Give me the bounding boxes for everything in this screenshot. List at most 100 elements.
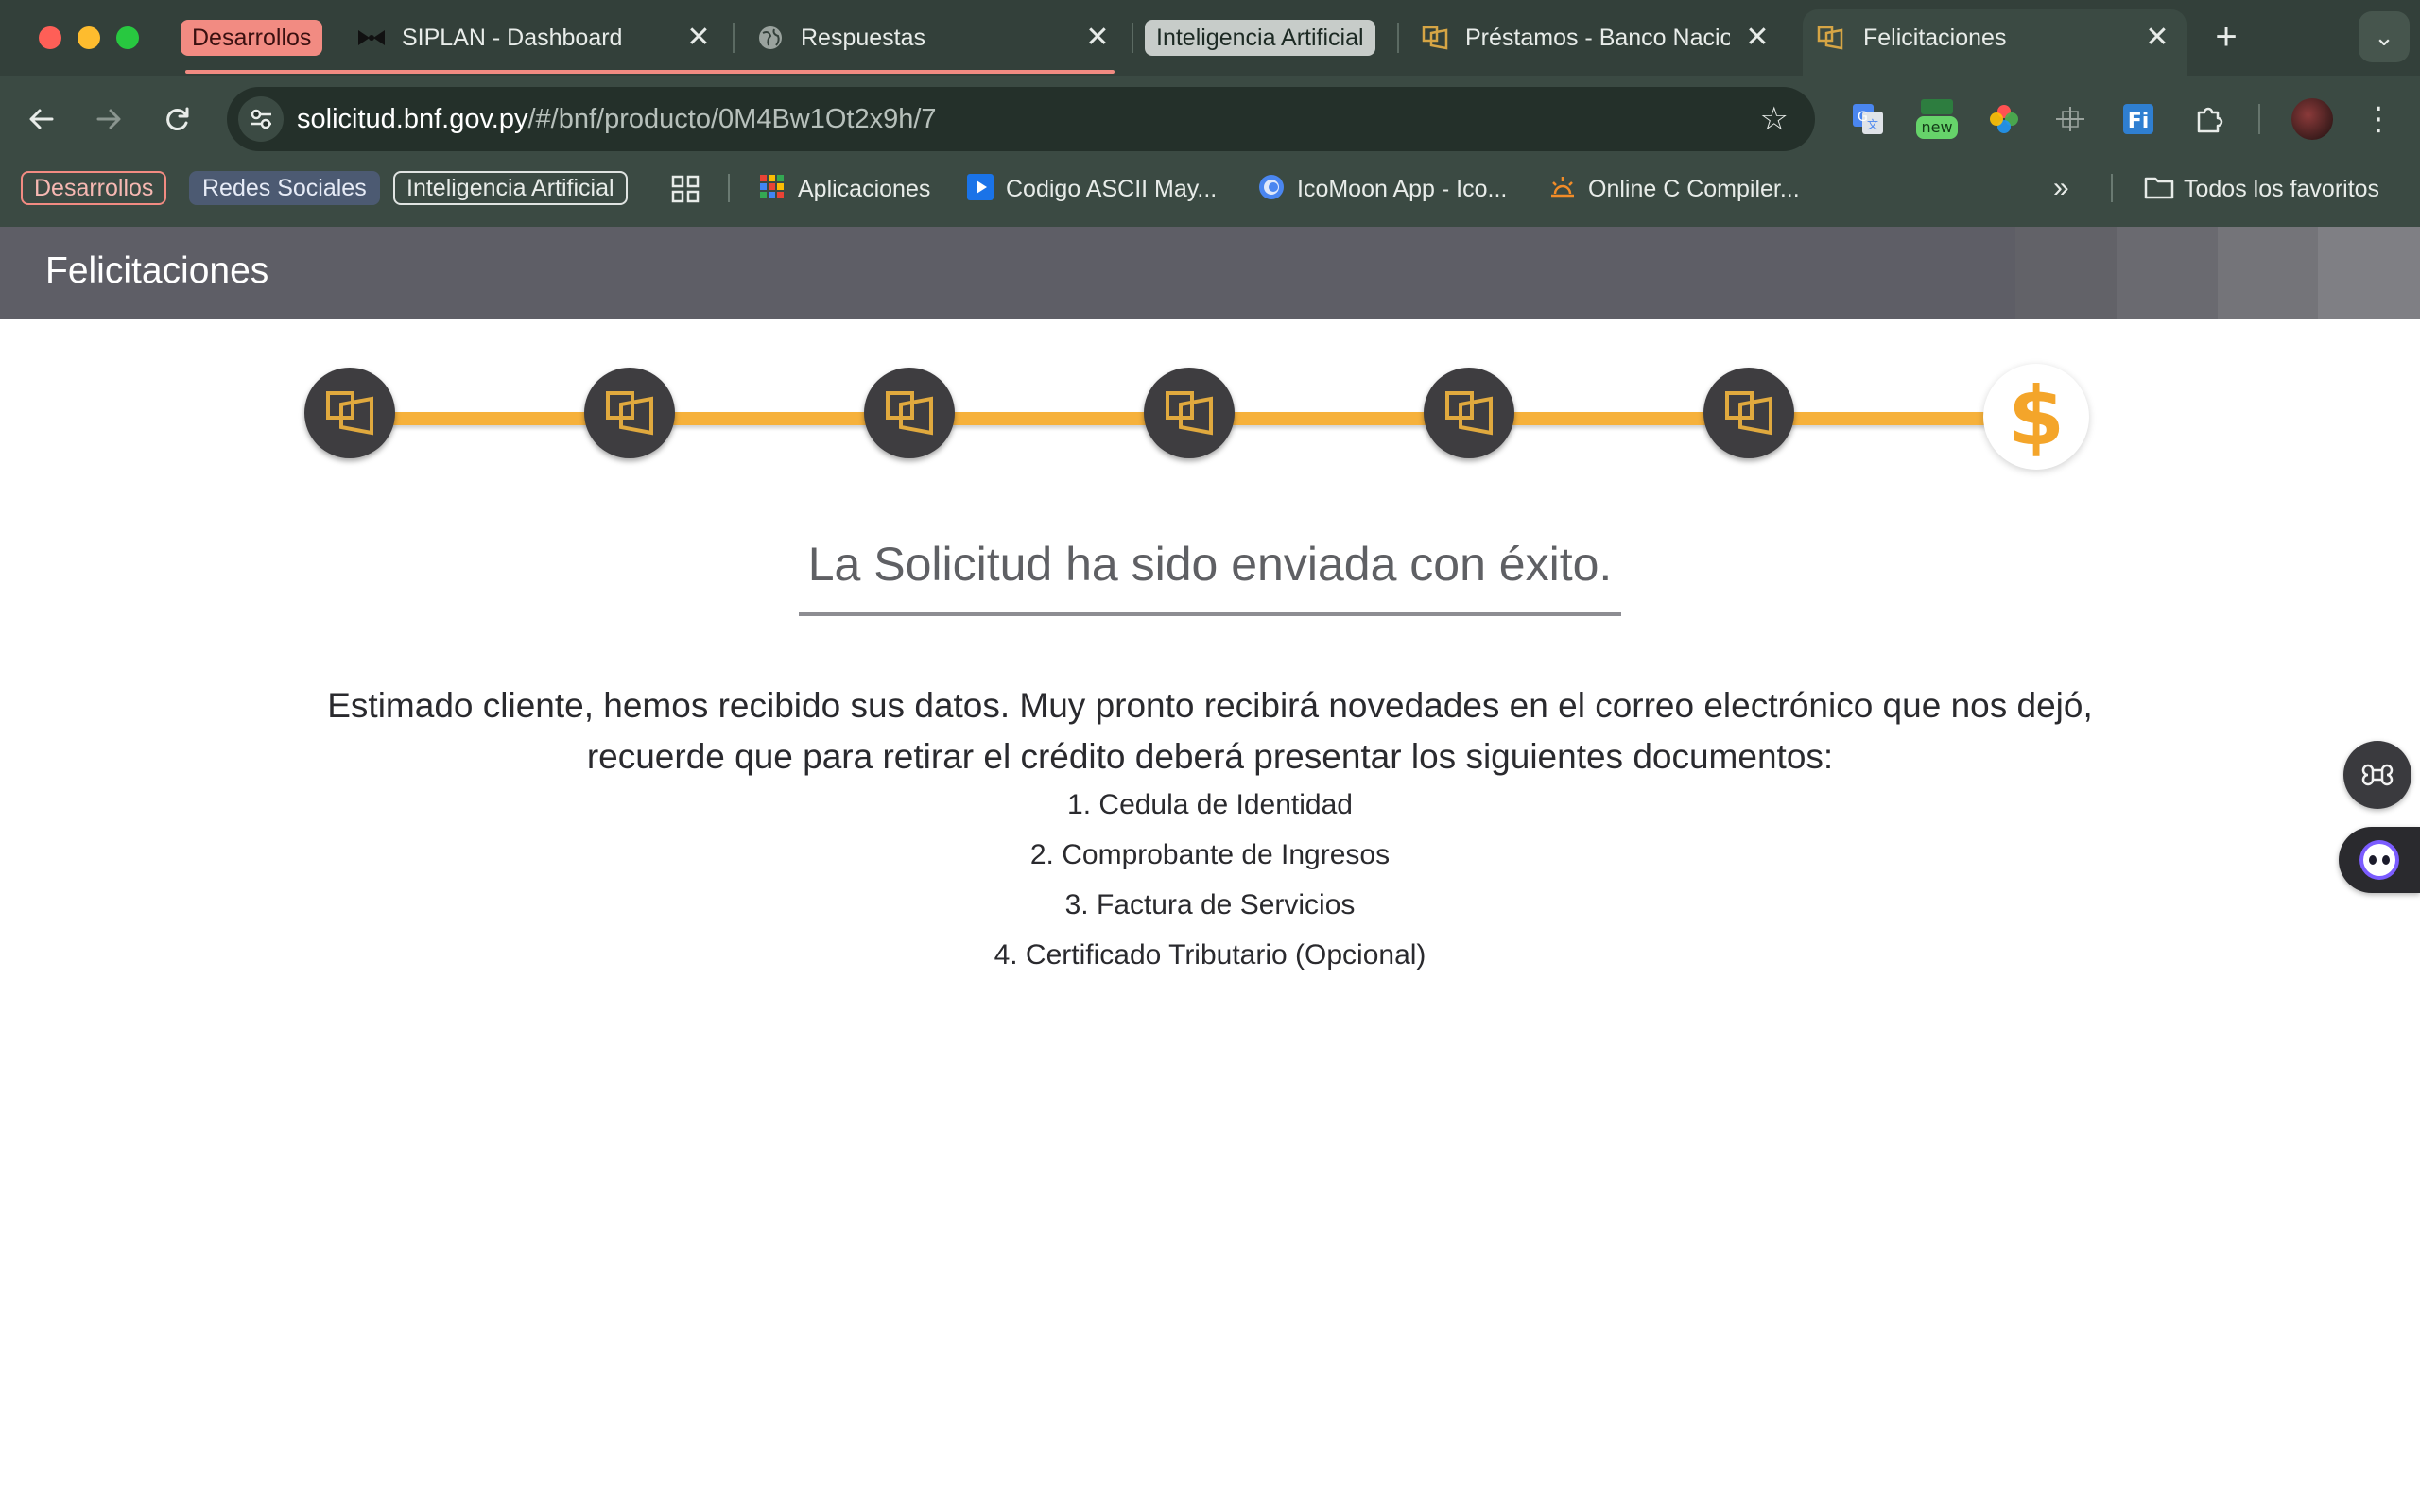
- tab-prestamos[interactable]: Préstamos - Banco Nacional de Fomento ✕: [1421, 9, 1773, 76]
- sun-icon: [1548, 173, 1577, 201]
- header-decoration: [2218, 227, 2318, 319]
- play-icon: [966, 173, 994, 201]
- menu-kebab-icon[interactable]: ⋮: [2358, 98, 2399, 140]
- close-icon[interactable]: ✕: [1081, 22, 1114, 54]
- tab-felicitaciones[interactable]: Felicitaciones ✕: [1803, 9, 2187, 76]
- bookmark-online-c-compiler[interactable]: Online C Compiler...: [1548, 171, 1800, 205]
- bookmark-label: Todos los favoritos: [2184, 176, 2380, 203]
- reload-icon: [166, 107, 189, 130]
- ruler-extension-icon[interactable]: [2049, 98, 2091, 140]
- extension-new-icon[interactable]: new: [1913, 98, 1961, 140]
- url-path: /#/bnf/producto/0M4Bw1Ot2x9h/7: [527, 104, 937, 134]
- arrow-right-icon: [96, 109, 121, 129]
- extensions-puzzle-icon[interactable]: [2188, 98, 2230, 140]
- browser-chrome: Desarrollos SIPLAN - Dashboard ✕ Respues…: [0, 0, 2420, 227]
- url-text[interactable]: solicitud.bnf.gov.py/#/bnf/producto/0M4B…: [297, 103, 937, 135]
- page-header: Felicitaciones: [0, 227, 2420, 319]
- icomoon-icon: [1257, 173, 1286, 201]
- list-item: 3. Factura de Servicios: [1064, 889, 1356, 920]
- step-1-completed: [304, 368, 395, 458]
- bnf-logo-icon: [1421, 24, 1449, 52]
- bnf-logo-icon: [1445, 391, 1493, 436]
- bookmark-codigo-ascii[interactable]: Codigo ASCII May...: [966, 171, 1217, 205]
- back-button[interactable]: [21, 98, 62, 140]
- header-decoration: [2318, 227, 2420, 319]
- google-translate-icon[interactable]: G文: [1847, 98, 1889, 140]
- reload-button[interactable]: [157, 98, 199, 140]
- floating-assistant-button[interactable]: [2339, 827, 2420, 893]
- chevron-down-icon: ⌄: [2374, 23, 2394, 51]
- avatar[interactable]: [2291, 98, 2333, 140]
- address-bar[interactable]: solicitud.bnf.gov.py/#/bnf/producto/0M4B…: [227, 87, 1815, 151]
- bookmark-star-icon[interactable]: ☆: [1760, 100, 1789, 138]
- bookmark-group-redes-sociales[interactable]: Redes Sociales: [189, 171, 380, 205]
- close-icon[interactable]: ✕: [2141, 22, 2173, 54]
- step-2-completed: [584, 368, 675, 458]
- tab-separator: [733, 23, 735, 53]
- step-6-completed: [1703, 368, 1794, 458]
- list-item: 1. Cedula de Identidad: [1067, 789, 1353, 820]
- bookmark-icomoon[interactable]: IcoMoon App - Ico...: [1257, 171, 1507, 205]
- step-5-completed: [1424, 368, 1514, 458]
- bookmark-separator: [728, 174, 730, 202]
- close-window-button[interactable]: [39, 26, 61, 49]
- tab-title: Respuestas: [801, 25, 926, 51]
- bookmark-label: Aplicaciones: [798, 176, 931, 203]
- tab-separator: [1132, 23, 1133, 53]
- svg-text:Fi: Fi: [2128, 110, 2150, 133]
- bookmark-label: IcoMoon App - Ico...: [1297, 176, 1508, 203]
- tab-title: Felicitaciones: [1863, 25, 2007, 51]
- success-title: La Solicitud ha sido enviada con éxito.: [807, 538, 1613, 591]
- tab-siplan[interactable]: SIPLAN - Dashboard ✕: [357, 9, 715, 76]
- zoom-window-button[interactable]: [116, 26, 139, 49]
- header-decoration: [2118, 227, 2218, 319]
- svg-text:文: 文: [1867, 117, 1878, 131]
- tab-respuestas[interactable]: Respuestas ✕: [756, 9, 1114, 76]
- tab-group-desarrollos[interactable]: Desarrollos: [181, 20, 323, 56]
- bnf-logo-icon: [1166, 391, 1213, 436]
- success-message: Estimado cliente, hemos recibido sus dat…: [327, 686, 2093, 776]
- step-3-completed: [864, 368, 955, 458]
- bookmark-label: Online C Compiler...: [1588, 176, 1800, 203]
- folder-icon: [2144, 173, 2174, 201]
- tab-title: SIPLAN - Dashboard: [402, 25, 623, 51]
- step-4-completed: [1144, 368, 1235, 458]
- forward-button[interactable]: [88, 98, 130, 140]
- required-documents-list: 1. Cedula de Identidad 2. Comprobante de…: [0, 780, 2420, 980]
- url-host: solicitud.bnf.gov.py: [297, 104, 528, 134]
- tab-search-button[interactable]: ⌄: [2359, 11, 2410, 62]
- site-settings-icon[interactable]: [238, 96, 284, 142]
- new-tab-button[interactable]: +: [2209, 17, 2243, 57]
- title-underline: [799, 612, 1621, 616]
- tab-groups-grid-icon[interactable]: [665, 168, 706, 210]
- tab-strip: Desarrollos SIPLAN - Dashboard ✕ Respues…: [0, 0, 2420, 76]
- close-icon[interactable]: ✕: [683, 22, 715, 54]
- close-icon[interactable]: ✕: [1741, 22, 1773, 54]
- floating-command-button[interactable]: [2343, 741, 2411, 809]
- bnf-logo-icon: [606, 391, 653, 436]
- bot-face-icon: [2360, 840, 2399, 880]
- tab-group-inteligencia-artificial[interactable]: Inteligencia Artificial: [1145, 20, 1375, 56]
- bnf-logo-icon: [1725, 391, 1772, 436]
- bookmark-label: Codigo ASCII May...: [1006, 176, 1218, 203]
- command-key-icon: [2361, 764, 2394, 786]
- toolbar-separator: [2258, 104, 2260, 134]
- svg-text:new: new: [1921, 118, 1952, 136]
- header-decoration: [2015, 227, 2118, 319]
- apps-grid-icon: [758, 173, 786, 201]
- bookmark-group-desarrollos[interactable]: Desarrollos: [21, 171, 167, 205]
- bowtie-icon: [357, 24, 386, 52]
- color-wheel-icon[interactable]: [1983, 98, 2025, 140]
- step-7-dollar-icon: $: [1983, 364, 2089, 470]
- all-bookmarks-folder[interactable]: Todos los favoritos: [2144, 171, 2379, 205]
- bnf-logo-icon: [1816, 24, 1844, 52]
- minimize-window-button[interactable]: [78, 26, 100, 49]
- tab-separator: [1397, 23, 1399, 53]
- bookmarks-overflow-chevron-icon[interactable]: »: [2053, 171, 2069, 205]
- bookmark-group-inteligencia-artificial[interactable]: Inteligencia Artificial: [393, 171, 628, 205]
- bookmark-aplicaciones[interactable]: Aplicaciones: [758, 171, 930, 205]
- progress-stepper: $: [302, 364, 2089, 477]
- font-extension-icon[interactable]: Fi: [2118, 98, 2159, 140]
- arrow-left-icon: [29, 109, 54, 129]
- list-item: 4. Certificado Tributario (Opcional): [994, 939, 1426, 971]
